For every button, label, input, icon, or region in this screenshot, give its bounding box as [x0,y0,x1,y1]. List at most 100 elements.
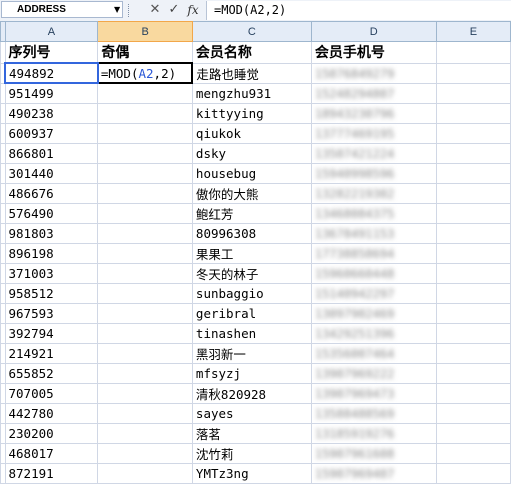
header-member-phone[interactable]: 会员手机号 [310,41,437,64]
member-phone-cell[interactable]: 13907969473 [310,382,437,404]
member-phone-cell[interactable]: 15960660448 [310,262,437,284]
parity-cell[interactable] [97,462,193,484]
member-name-cell[interactable]: 果果工 [191,242,312,264]
empty-cell-e[interactable] [435,122,511,144]
column-header-d[interactable]: D [310,21,437,42]
serial-cell[interactable]: 214921 [4,342,99,364]
member-phone-cell[interactable]: 15076849279 [310,62,437,84]
parity-cell[interactable] [97,382,193,404]
serial-cell[interactable]: 981803 [4,222,99,244]
parity-cell[interactable] [97,402,193,424]
member-name-cell[interactable]: mfsyzj [191,362,312,384]
serial-cell[interactable]: 951499 [4,82,99,104]
serial-cell[interactable]: 442780 [4,402,99,424]
member-name-cell[interactable]: 冬天的林子 [191,262,312,284]
empty-cell-e[interactable] [435,242,511,264]
parity-cell[interactable] [97,262,193,284]
parity-cell[interactable] [97,442,193,464]
member-name-cell[interactable]: geribral [191,302,312,324]
serial-cell[interactable]: 707005 [4,382,99,404]
member-name-cell[interactable]: 鲍红芳 [191,202,312,224]
empty-cell-e[interactable] [435,162,511,184]
member-phone-cell[interactable]: 13185919276 [310,422,437,444]
serial-cell[interactable]: 371003 [4,262,99,284]
header-member-name[interactable]: 会员名称 [191,41,312,64]
formula-input[interactable]: =MOD(A2,2) [207,1,511,20]
empty-cell-e[interactable] [435,282,511,304]
member-phone-cell[interactable]: 13588488569 [310,402,437,424]
serial-cell[interactable]: 576490 [4,202,99,224]
empty-cell-e[interactable] [435,382,511,404]
parity-cell[interactable] [97,182,193,204]
empty-cell-e[interactable] [435,362,511,384]
empty-cell-e[interactable] [435,302,511,324]
empty-cell-e[interactable] [435,402,511,424]
serial-cell[interactable]: 392794 [4,322,99,344]
serial-cell[interactable]: 490238 [4,102,99,124]
name-box[interactable]: ADDRESS [1,1,123,18]
member-name-cell[interactable]: 80996308 [191,222,312,244]
member-phone-cell[interactable]: 15248294807 [310,82,437,104]
column-header-c[interactable]: C [191,21,312,42]
empty-cell-e[interactable] [435,262,511,284]
member-phone-cell[interactable]: 13907969222 [310,362,437,384]
serial-cell[interactable]: 655852 [4,362,99,384]
empty-cell-e[interactable] [435,102,511,124]
empty-cell-e[interactable] [435,222,511,244]
enter-icon[interactable]: ✓ [166,2,182,18]
member-name-cell[interactable]: mengzhu931 [191,82,312,104]
serial-cell[interactable]: 486676 [4,182,99,204]
empty-cell-e[interactable] [435,202,511,224]
member-phone-cell[interactable]: 13429251396 [310,322,437,344]
parity-cell[interactable] [97,222,193,244]
parity-cell[interactable] [97,362,193,384]
member-name-cell[interactable]: 沈竹莉 [191,442,312,464]
parity-cell[interactable] [97,342,193,364]
member-name-cell[interactable]: 走路也睡觉 [191,62,312,84]
parity-cell[interactable] [97,242,193,264]
member-phone-cell[interactable]: 13468084375 [310,202,437,224]
column-header-e[interactable]: E [435,21,511,42]
member-phone-cell[interactable]: 13777469195 [310,122,437,144]
member-name-cell[interactable]: 清秋820928 [191,382,312,404]
member-phone-cell[interactable]: 15140942297 [310,282,437,304]
member-phone-cell[interactable]: 13507421224 [310,142,437,164]
member-phone-cell[interactable]: 13097902469 [310,302,437,324]
parity-cell[interactable] [97,162,193,184]
serial-cell[interactable]: 301440 [4,162,99,184]
member-name-cell[interactable]: 傲你的大熊 [191,182,312,204]
member-name-cell[interactable]: YMTz3ng [191,462,312,484]
member-name-cell[interactable]: dsky [191,142,312,164]
header-parity[interactable]: 奇偶 [97,41,193,64]
member-phone-cell[interactable]: 15907969407 [310,462,437,484]
serial-cell[interactable]: 958512 [4,282,99,304]
active-editing-cell[interactable]: =MOD(A2,2) [96,62,194,84]
empty-cell-e[interactable] [435,442,511,464]
empty-cell-e[interactable] [435,62,511,84]
serial-cell[interactable]: 866801 [4,142,99,164]
member-name-cell[interactable]: 黑羽新一 [191,342,312,364]
parity-cell[interactable] [97,422,193,444]
name-box-dropdown-icon[interactable]: ▼ [114,5,120,14]
parity-cell[interactable] [97,302,193,324]
cancel-icon[interactable]: ✕ [147,2,163,18]
serial-cell[interactable]: 494892 [4,62,99,84]
member-phone-cell[interactable]: 13678491153 [310,222,437,244]
column-header-b[interactable]: B [97,21,193,42]
parity-cell[interactable] [97,202,193,224]
serial-cell[interactable]: 967593 [4,302,99,324]
parity-cell[interactable] [97,322,193,344]
parity-cell[interactable] [97,142,193,164]
serial-cell[interactable]: 896198 [4,242,99,264]
member-name-cell[interactable]: sayes [191,402,312,424]
empty-cell-e[interactable] [435,182,511,204]
empty-cell-e[interactable] [435,422,511,444]
member-name-cell[interactable]: sunbaggio [191,282,312,304]
empty-cell-e[interactable] [435,82,511,104]
member-name-cell[interactable]: 落茗 [191,422,312,444]
member-name-cell[interactable]: tinashen [191,322,312,344]
parity-cell[interactable] [97,82,193,104]
member-phone-cell[interactable]: 15940998596 [310,162,437,184]
member-name-cell[interactable]: qiukok [191,122,312,144]
formula-bar-grip[interactable] [128,4,132,17]
